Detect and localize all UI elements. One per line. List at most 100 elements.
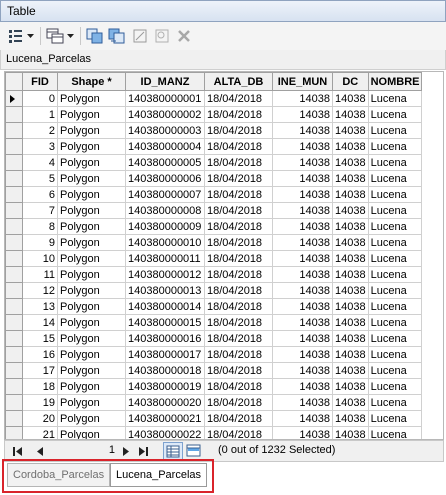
- table-row[interactable]: 8 Polygon 140380000009 18/04/2018 14038 14038…: [5, 218, 423, 235]
- cell-shape[interactable]: Polygon: [57, 266, 126, 283]
- cell-ine-mun[interactable]: 14038: [272, 266, 333, 283]
- first-record-icon[interactable]: [11, 443, 25, 459]
- cell-fid[interactable]: 6: [22, 186, 58, 203]
- cell-fid[interactable]: 15: [22, 330, 58, 347]
- table-row[interactable]: 6 Polygon 140380000007 18/04/2018 14038 14038…: [5, 186, 423, 203]
- cell-dc[interactable]: 14038: [332, 234, 369, 251]
- cell-dc[interactable]: 14038: [332, 154, 369, 171]
- table-row[interactable]: 17 Polygon 140380000018 18/04/2018 14038 1403…: [5, 362, 423, 379]
- cell-id-manz[interactable]: 140380000012: [125, 266, 205, 283]
- cell-nombre[interactable]: Lucena: [367, 186, 423, 203]
- cell-shape[interactable]: Polygon: [57, 394, 126, 411]
- cell-fid[interactable]: 21: [22, 426, 58, 439]
- row-selector[interactable]: [5, 218, 23, 235]
- cell-shape[interactable]: Polygon: [57, 298, 126, 315]
- row-selector[interactable]: [5, 154, 23, 171]
- clear-selection-icon[interactable]: [131, 26, 149, 46]
- cell-alta-db[interactable]: 18/04/2018: [204, 362, 273, 379]
- cell-alta-db[interactable]: 18/04/2018: [204, 90, 273, 107]
- table-row[interactable]: 1 Polygon 140380000002 18/04/2018 14038 14038…: [5, 106, 423, 123]
- row-selector[interactable]: [5, 202, 23, 219]
- cell-ine-mun[interactable]: 14038: [272, 394, 333, 411]
- row-selector[interactable]: [5, 234, 23, 251]
- table-row[interactable]: 10 Polygon 140380000011 18/04/2018 14038 1403…: [5, 250, 423, 267]
- cell-shape[interactable]: Polygon: [57, 410, 126, 427]
- cell-fid[interactable]: 8: [22, 218, 58, 235]
- cell-shape[interactable]: Polygon: [57, 170, 126, 187]
- cell-nombre[interactable]: Lucena: [367, 314, 423, 331]
- cell-ine-mun[interactable]: 14038: [272, 218, 333, 235]
- cell-dc[interactable]: 14038: [332, 250, 369, 267]
- dropdown-arrow-icon[interactable]: [66, 26, 76, 46]
- cell-alta-db[interactable]: 18/04/2018: [204, 186, 273, 203]
- cell-nombre[interactable]: Lucena: [367, 122, 423, 139]
- cell-fid[interactable]: 9: [22, 234, 58, 251]
- column-header-ine-mun[interactable]: INE_MUN: [272, 72, 333, 91]
- cell-fid[interactable]: 11: [22, 266, 58, 283]
- cell-dc[interactable]: 14038: [332, 298, 369, 315]
- tab-cordoba-parcelas[interactable]: Cordoba_Parcelas: [7, 463, 111, 487]
- cell-alta-db[interactable]: 18/04/2018: [204, 170, 273, 187]
- column-header-id-manz[interactable]: ID_MANZ: [125, 72, 205, 91]
- cell-alta-db[interactable]: 18/04/2018: [204, 298, 273, 315]
- cell-id-manz[interactable]: 140380000002: [125, 106, 205, 123]
- cell-dc[interactable]: 14038: [332, 410, 369, 427]
- cell-alta-db[interactable]: 18/04/2018: [204, 330, 273, 347]
- row-selector[interactable]: [5, 186, 23, 203]
- column-header-dc[interactable]: DC: [332, 72, 369, 91]
- cell-alta-db[interactable]: 18/04/2018: [204, 282, 273, 299]
- dropdown-arrow-icon[interactable]: [26, 26, 36, 46]
- row-selector[interactable]: [5, 330, 23, 347]
- cell-ine-mun[interactable]: 14038: [272, 186, 333, 203]
- table-row[interactable]: 13 Polygon 140380000014 18/04/2018 14038 1403…: [5, 298, 423, 315]
- cell-fid[interactable]: 7: [22, 202, 58, 219]
- cell-shape[interactable]: Polygon: [57, 426, 126, 439]
- cell-id-manz[interactable]: 140380000003: [125, 122, 205, 139]
- table-row[interactable]: 16 Polygon 140380000017 18/04/2018 14038 1403…: [5, 346, 423, 363]
- cell-fid[interactable]: 16: [22, 346, 58, 363]
- cell-dc[interactable]: 14038: [332, 218, 369, 235]
- cell-id-manz[interactable]: 140380000020: [125, 394, 205, 411]
- table-row[interactable]: 14 Polygon 140380000015 18/04/2018 14038 1403…: [5, 314, 423, 331]
- cell-fid[interactable]: 17: [22, 362, 58, 379]
- cell-alta-db[interactable]: 18/04/2018: [204, 106, 273, 123]
- cell-nombre[interactable]: Lucena: [367, 394, 423, 411]
- cell-id-manz[interactable]: 140380000016: [125, 330, 205, 347]
- cell-fid[interactable]: 20: [22, 410, 58, 427]
- cell-ine-mun[interactable]: 14038: [272, 202, 333, 219]
- cell-dc[interactable]: 14038: [332, 378, 369, 395]
- cell-shape[interactable]: Polygon: [57, 330, 126, 347]
- table-options-icon[interactable]: [6, 26, 24, 46]
- cell-dc[interactable]: 14038: [332, 314, 369, 331]
- cell-shape[interactable]: Polygon: [57, 282, 126, 299]
- cell-shape[interactable]: Polygon: [57, 218, 126, 235]
- cell-nombre[interactable]: Lucena: [367, 234, 423, 251]
- cell-id-manz[interactable]: 140380000013: [125, 282, 205, 299]
- cell-dc[interactable]: 14038: [332, 138, 369, 155]
- row-selector[interactable]: [5, 138, 23, 155]
- cell-nombre[interactable]: Lucena: [367, 138, 423, 155]
- cell-fid[interactable]: 10: [22, 250, 58, 267]
- cell-shape[interactable]: Polygon: [57, 90, 126, 107]
- row-selector[interactable]: [5, 170, 23, 187]
- previous-record-icon[interactable]: [33, 443, 47, 459]
- cell-alta-db[interactable]: 18/04/2018: [204, 202, 273, 219]
- cell-shape[interactable]: Polygon: [57, 154, 126, 171]
- cell-id-manz[interactable]: 140380000007: [125, 186, 205, 203]
- cell-dc[interactable]: 14038: [332, 394, 369, 411]
- cell-ine-mun[interactable]: 14038: [272, 362, 333, 379]
- cell-dc[interactable]: 14038: [332, 330, 369, 347]
- row-selector[interactable]: [5, 378, 23, 395]
- cell-alta-db[interactable]: 18/04/2018: [204, 122, 273, 139]
- cell-shape[interactable]: Polygon: [57, 362, 126, 379]
- cell-ine-mun[interactable]: 14038: [272, 138, 333, 155]
- cell-id-manz[interactable]: 140380000006: [125, 170, 205, 187]
- row-selector[interactable]: [5, 394, 23, 411]
- delete-selected-icon[interactable]: [175, 26, 193, 46]
- cell-id-manz[interactable]: 140380000015: [125, 314, 205, 331]
- cell-id-manz[interactable]: 140380000008: [125, 202, 205, 219]
- cell-nombre[interactable]: Lucena: [367, 250, 423, 267]
- cell-dc[interactable]: 14038: [332, 186, 369, 203]
- cell-id-manz[interactable]: 140380000014: [125, 298, 205, 315]
- row-selector[interactable]: [5, 266, 23, 283]
